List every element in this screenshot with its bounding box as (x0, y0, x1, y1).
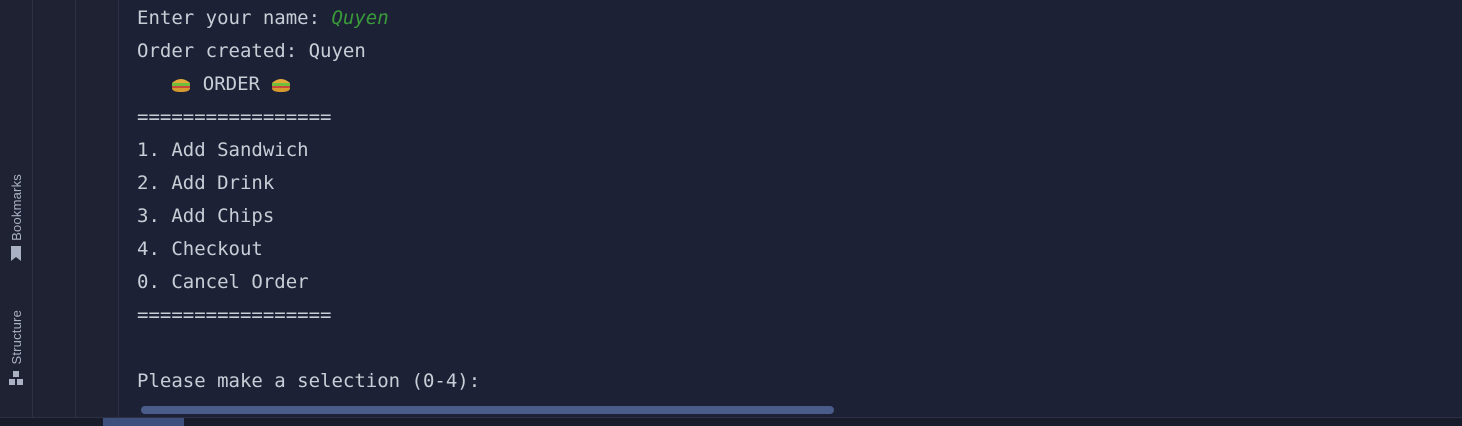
structure-icon (9, 370, 23, 385)
menu-option: 3. Add Chips (137, 205, 275, 227)
menu-option: 4. Checkout (137, 238, 263, 260)
menu-title: ORDER (191, 73, 272, 95)
console-gutter-secondary (76, 0, 119, 417)
bottom-scroll-marker[interactable] (103, 418, 184, 426)
run-console-window: Bookmarks Structure Enter your name: Quy… (0, 0, 1462, 426)
menu-option: 0. Cancel Order (137, 271, 309, 293)
menu-title-line: ORDER (137, 71, 291, 97)
separator-top: ================= (137, 106, 332, 128)
console-gutter (33, 0, 76, 417)
tab-structure[interactable]: Structure (0, 310, 32, 400)
sandwich-emoji-icon (171, 74, 191, 92)
menu-option: 1. Add Sandwich (137, 139, 309, 161)
tab-structure-label: Structure (8, 310, 24, 365)
separator-bottom: ================= (137, 304, 332, 326)
left-tool-strip: Bookmarks Structure (0, 0, 33, 417)
name-prompt-line: Enter your name: Quyen (137, 5, 389, 31)
bottom-status-strip (0, 417, 1462, 426)
horizontal-scrollbar-thumb[interactable] (141, 406, 834, 414)
name-input-value: Quyen (331, 7, 389, 29)
menu-option: 2. Add Drink (137, 172, 275, 194)
tab-bookmarks[interactable]: Bookmarks (0, 174, 32, 280)
selection-prompt[interactable]: Please make a selection (0-4): (137, 368, 480, 394)
order-created-line: Order created: Quyen (137, 40, 366, 62)
bookmark-icon (9, 246, 23, 262)
name-prompt-text: Enter your name: (137, 7, 332, 29)
sandwich-emoji-icon (271, 74, 291, 92)
tab-bookmarks-label: Bookmarks (8, 174, 24, 241)
